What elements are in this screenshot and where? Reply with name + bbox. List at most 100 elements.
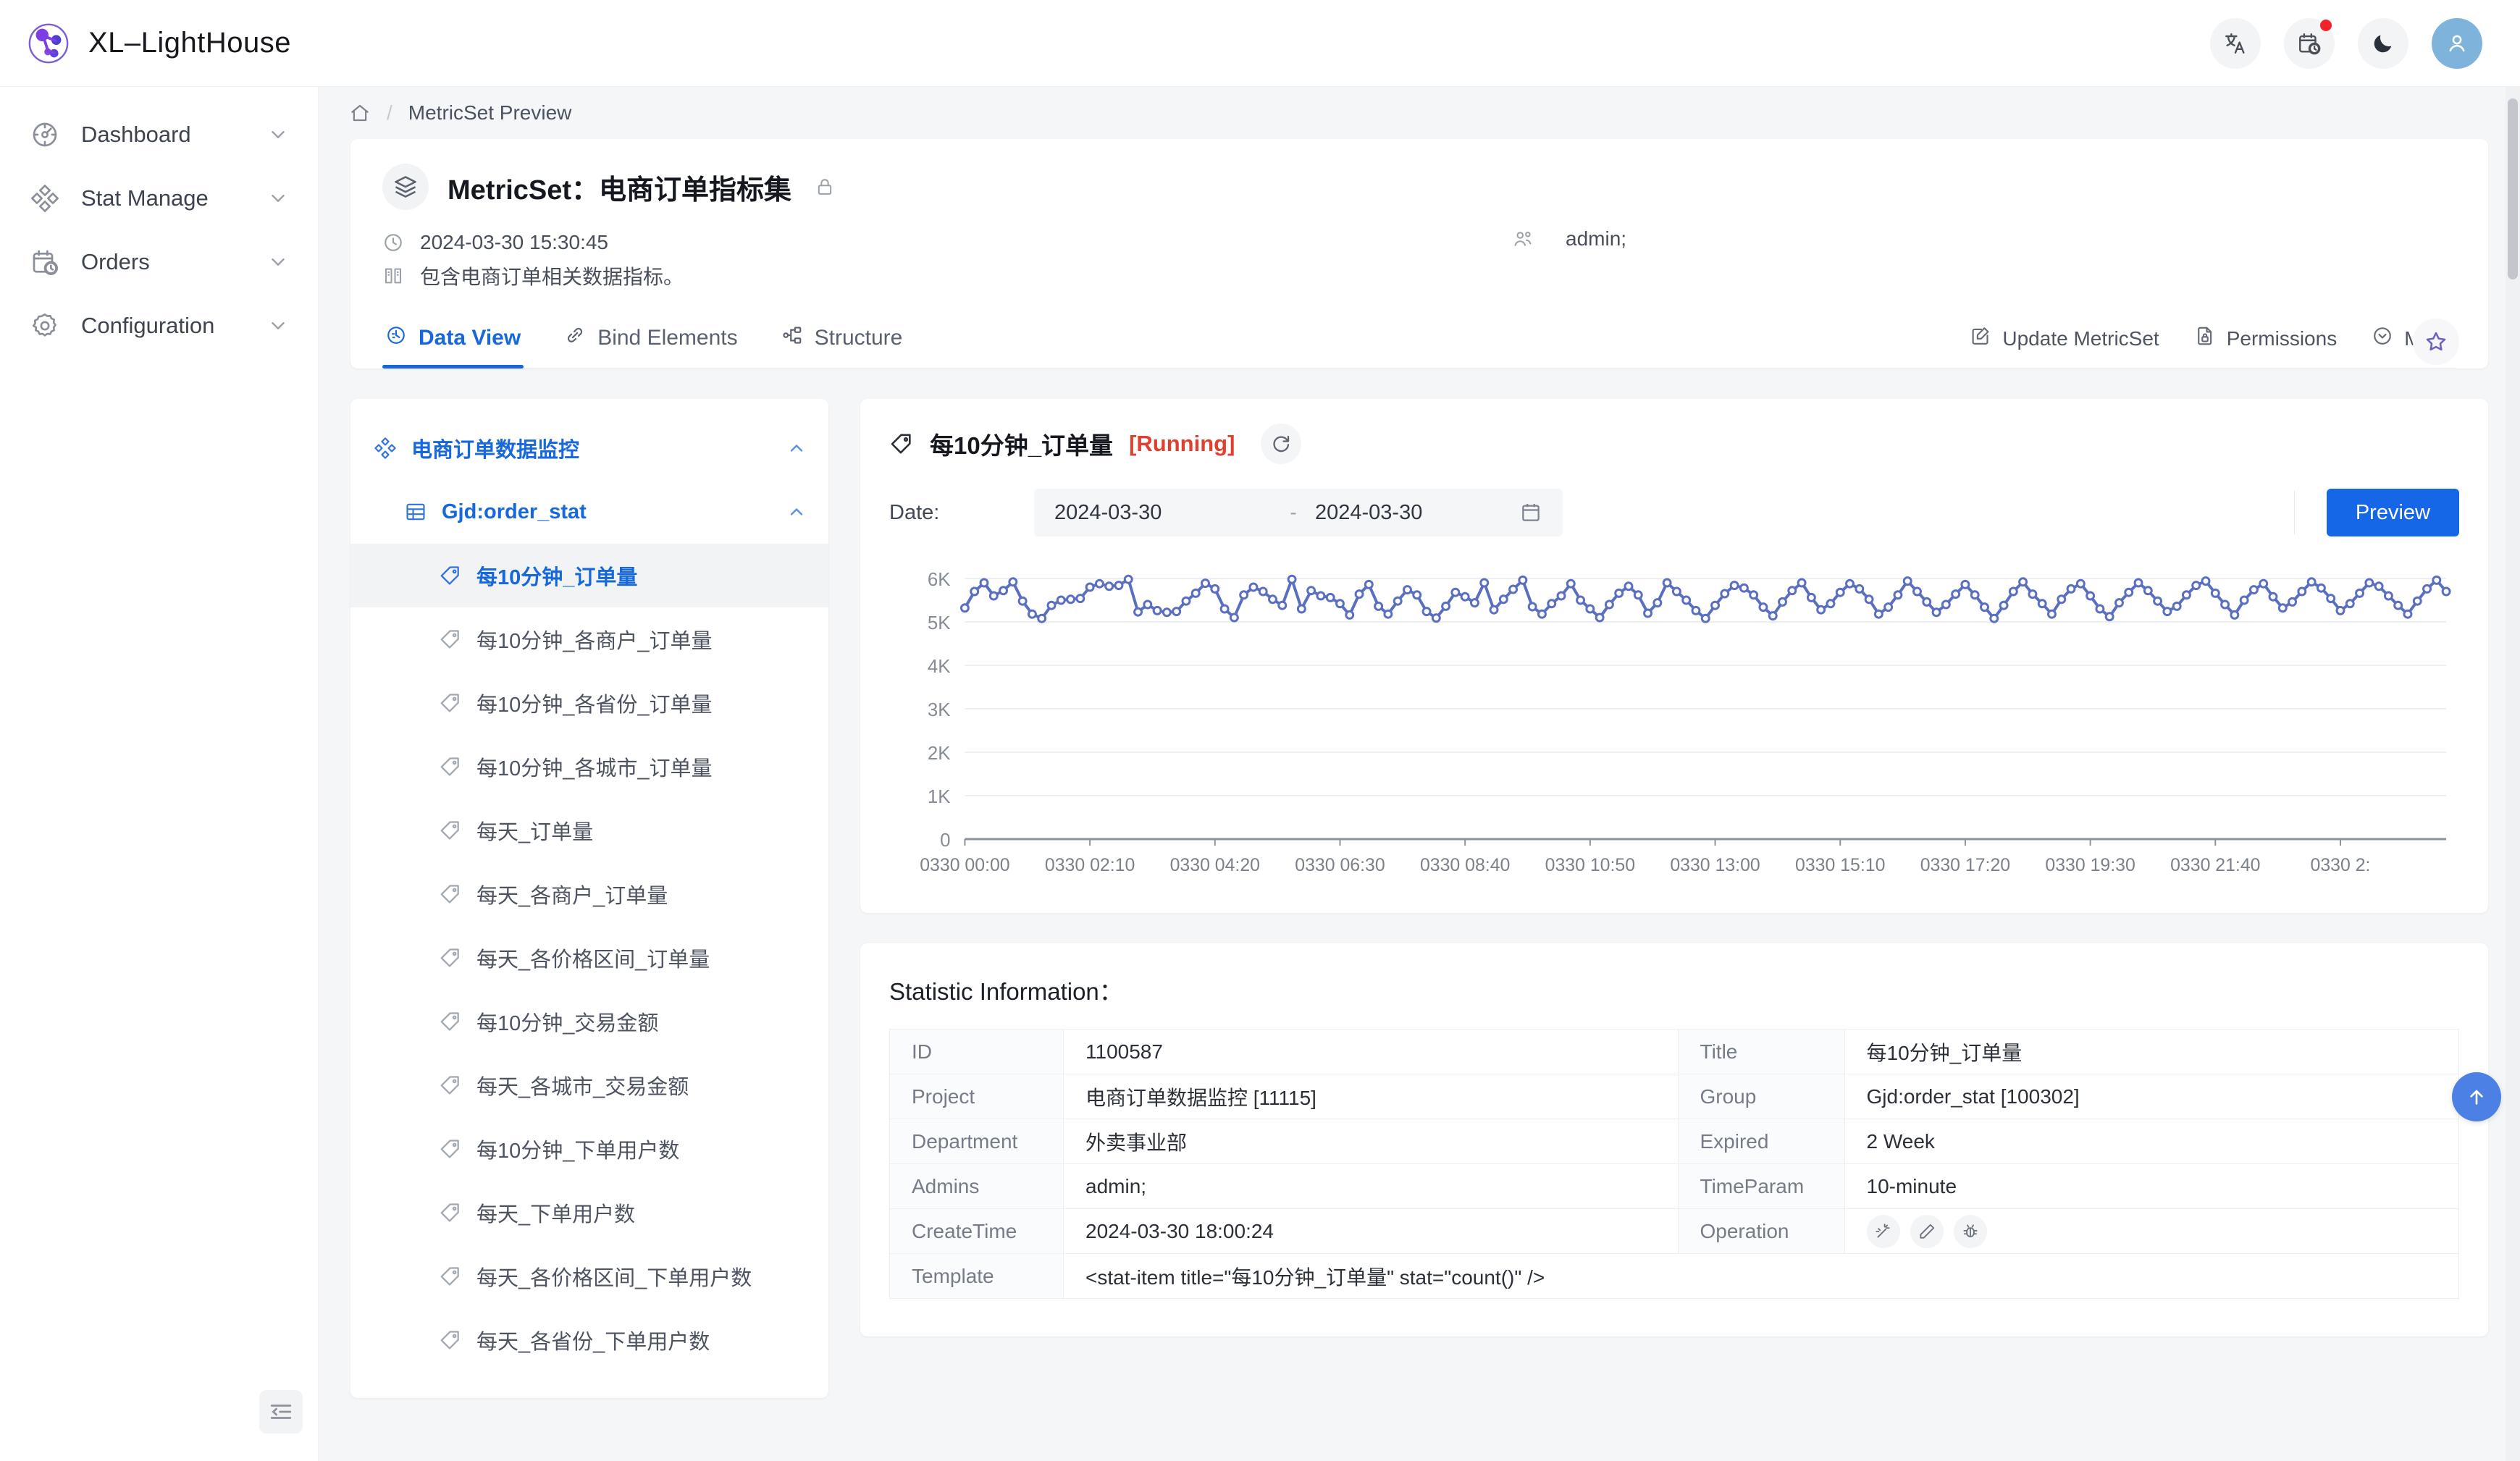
cell-key: Department: [889, 1119, 1064, 1164]
date-start-input[interactable]: 2024-03-30: [1054, 501, 1272, 525]
tree-item-metric[interactable]: 每10分钟_各商户_订单量: [350, 607, 828, 671]
tab-data-view[interactable]: Data View: [382, 317, 524, 369]
cell-key: ID: [889, 1029, 1064, 1074]
tree-item-metric[interactable]: 每10分钟_各省份_订单量: [350, 671, 828, 735]
tag-icon: [439, 628, 462, 651]
metricset-meta: 2024-03-30 15:30:45 包含电商订单相关数据指标。 admin;: [382, 226, 2456, 292]
tab-structure[interactable]: Structure: [778, 317, 906, 368]
star-icon[interactable]: [2413, 319, 2459, 365]
magic-wand-icon[interactable]: [1866, 1214, 1900, 1248]
tree-item-metric[interactable]: 每10分钟_下单用户数: [350, 1117, 828, 1181]
app-root: XL–LightHouse Dashboard Stat Manage Orde…: [0, 0, 2520, 1461]
line-chart-svg: 0 1K 2K 3K 4K 5K 6K 0330 00:00 0330 02:10 0330 04…: [920, 570, 2451, 875]
date-end-input[interactable]: 2024-03-30: [1315, 501, 1519, 525]
tree-item-metric[interactable]: 每10分钟_各城市_订单量: [350, 735, 828, 799]
project-icon: [374, 437, 397, 460]
menu-fold-icon[interactable]: [259, 1390, 303, 1433]
sidebar-item-stat-manage[interactable]: Stat Manage: [0, 167, 318, 230]
chevron-up-icon[interactable]: [786, 502, 807, 522]
home-icon[interactable]: [349, 102, 371, 124]
breadcrumb: / MetricSet Preview: [319, 87, 2520, 139]
chevron-circle-down-icon: [2372, 325, 2393, 352]
sidebar-item-configuration[interactable]: Configuration: [0, 294, 318, 358]
tree-item-metric[interactable]: 每天_各价格区间_下单用户数: [350, 1245, 828, 1308]
moon-icon[interactable]: [2358, 17, 2408, 69]
tab-bind-elements[interactable]: Bind Elements: [561, 317, 740, 368]
cell-key: Title: [1677, 1029, 1845, 1074]
brand-name: XL–LightHouse: [88, 27, 292, 59]
tree-node-project[interactable]: 电商订单数据监控: [350, 416, 828, 480]
tree-item-metric[interactable]: 每天_各省份_下单用户数: [350, 1308, 828, 1372]
table-row: Project 电商订单数据监控 [11115] Group Gjd:order…: [889, 1074, 2459, 1119]
tree-item-metric[interactable]: 每天_各城市_交易金额: [350, 1053, 828, 1117]
top-bar: XL–LightHouse: [0, 0, 2520, 87]
tree-node-group[interactable]: Gjd:order_stat: [350, 480, 828, 544]
metricset-time: 2024-03-30 15:30:45: [420, 231, 608, 253]
tree-item-metric[interactable]: 每天_各商户_订单量: [350, 862, 828, 926]
sidebar-item-orders[interactable]: Orders: [0, 230, 318, 294]
tree-item-label: 每10分钟_交易金额: [476, 1012, 659, 1035]
tabs-row: Data View Bind Elements Structure Update…: [382, 317, 2456, 369]
metricset-admin: admin;: [1512, 226, 1626, 250]
cell-value: 1100587: [1063, 1029, 1679, 1074]
tree-item-label: 每天_各省份_下单用户数: [476, 1331, 710, 1354]
schedule-icon[interactable]: [2284, 17, 2335, 69]
tree-item-metric[interactable]: 每天_各价格区间_订单量: [350, 926, 828, 990]
tab-action-label: Update MetricSet: [2002, 327, 2159, 350]
back-to-top-button[interactable]: [2452, 1072, 2501, 1121]
tree-item-label: 每天_订单量: [476, 821, 594, 844]
update-metricset-button[interactable]: Update MetricSet: [1970, 325, 2159, 352]
content-area: 电商订单数据监控 Gjd:order_stat 每10分钟_订单量 每10分钟_…: [319, 369, 2520, 1398]
date-label: Date:: [889, 500, 940, 524]
svg-text:0330 08:40: 0330 08:40: [1420, 855, 1510, 875]
brand[interactable]: XL–LightHouse: [26, 21, 291, 66]
page-scrollbar[interactable]: [2506, 87, 2520, 1461]
svg-text:5K: 5K: [928, 613, 951, 633]
svg-text:1K: 1K: [928, 787, 951, 807]
table-row: Admins admin; TimeParam 10-minute: [889, 1163, 2459, 1209]
tab-label: Structure: [814, 326, 903, 350]
edit-square-icon: [1970, 325, 1991, 352]
permissions-button[interactable]: Permissions: [2194, 325, 2337, 352]
tree-item-label: 每10分钟_各省份_订单量: [476, 694, 713, 717]
sidebar-item-dashboard[interactable]: Dashboard: [0, 103, 318, 167]
svg-text:0330 17:20: 0330 17:20: [1920, 855, 2010, 875]
refresh-icon[interactable]: [1261, 424, 1302, 464]
tree-item-metric[interactable]: 每天_订单量: [350, 799, 828, 862]
table-row: ID 1100587 Title 每10分钟_订单量: [889, 1029, 2459, 1074]
cell-value: 每10分钟_订单量: [1844, 1029, 2459, 1074]
chevron-up-icon[interactable]: [786, 438, 807, 458]
tab-actions: Update MetricSet Permissions: [1970, 325, 2450, 368]
tag-icon: [439, 1265, 462, 1288]
file-lock-icon: [2194, 325, 2216, 352]
cell-value: 外卖事业部: [1063, 1119, 1679, 1164]
tab-label: Bind Elements: [597, 326, 738, 350]
sidebar: Dashboard Stat Manage Orders Configurati…: [0, 87, 319, 1461]
bug-icon[interactable]: [1953, 1214, 1987, 1248]
language-icon[interactable]: [2210, 17, 2261, 69]
users-icon: [1512, 228, 1534, 250]
cell-value: 2 Week: [1844, 1119, 2459, 1164]
tree-item-label: 每天_各城市_交易金额: [476, 1076, 689, 1099]
tree-item-label: 每10分钟_订单量: [476, 566, 638, 589]
chart-title: 每10分钟_订单量: [930, 432, 1114, 459]
tag-icon: [889, 431, 914, 456]
date-range-separator: -: [1290, 501, 1297, 523]
tree-item-metric[interactable]: 每天_下单用户数: [350, 1181, 828, 1245]
tree-item-metric[interactable]: 每10分钟_交易金额: [350, 990, 828, 1053]
statistic-table: ID 1100587 Title 每10分钟_订单量 Project 电商订单数…: [889, 1029, 2459, 1299]
tree-item-label: 每天_各价格区间_订单量: [476, 948, 710, 972]
user-avatar-icon[interactable]: [2432, 17, 2482, 69]
preview-button[interactable]: Preview: [2326, 489, 2459, 536]
molecule-logo-icon: [26, 21, 71, 66]
tree-node-label: Gjd:order_stat: [442, 500, 587, 523]
date-range-picker[interactable]: 2024-03-30 - 2024-03-30: [1034, 489, 1563, 536]
tag-icon: [439, 1329, 462, 1352]
edit-pencil-icon[interactable]: [1910, 1214, 1944, 1248]
tree-item-metric[interactable]: 每10分钟_订单量: [350, 544, 828, 607]
scrollbar-thumb[interactable]: [2508, 98, 2518, 279]
cell-value: <stat-item title="每10分钟_订单量" stat="count…: [1063, 1253, 2459, 1299]
svg-text:0330 00:00: 0330 00:00: [920, 855, 1009, 875]
tree-item-label: 每10分钟_各城市_订单量: [476, 757, 713, 780]
link-icon: [564, 324, 586, 352]
